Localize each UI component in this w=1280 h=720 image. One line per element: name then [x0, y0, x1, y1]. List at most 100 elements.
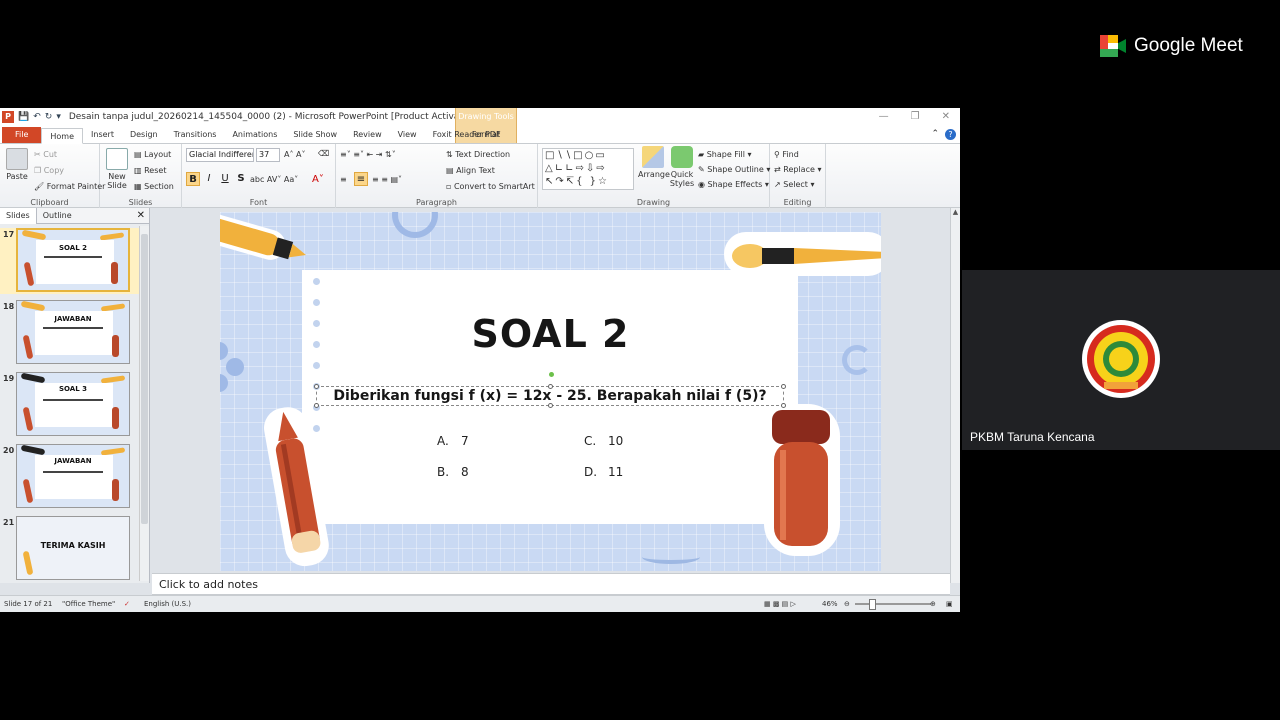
copy-button[interactable]: ❐ Copy — [34, 166, 64, 175]
paragraph-group-label: Paragraph — [416, 198, 457, 207]
new-slide-button[interactable]: New Slide — [104, 148, 130, 190]
slide-title[interactable]: SOAL 2 — [220, 312, 881, 356]
close-icon[interactable]: ✕ — [942, 111, 950, 122]
slide-thumbnail[interactable]: 21 TERIMA KASIH — [0, 516, 140, 582]
customize-toolbar-icon[interactable]: ▾ — [56, 112, 61, 122]
tab-view[interactable]: View — [390, 127, 425, 143]
notes-pane[interactable]: Click to add notes — [152, 573, 950, 595]
tab-insert[interactable]: Insert — [83, 127, 122, 143]
thumbnail-title: SOAL 3 — [59, 385, 87, 393]
shape-effects-button[interactable]: ◉ Shape Effects ▾ — [698, 180, 769, 189]
option-b[interactable]: B. 8 — [437, 465, 469, 479]
save-icon[interactable]: 💾 — [18, 112, 29, 122]
question-textbox[interactable]: Diberikan fungsi f (x) = 12x - 25. Berap… — [314, 384, 786, 408]
bullets-icon[interactable]: ≡˅ ≡˅ ⇤ ⇥ ⇅˅ — [340, 150, 396, 159]
paste-button[interactable]: Paste — [4, 148, 30, 181]
underline-button[interactable]: U — [218, 172, 232, 186]
tab-file[interactable]: File — [2, 127, 42, 143]
replace-button[interactable]: ⇄ Replace ▾ — [774, 165, 821, 174]
layout-button[interactable]: ▤ Layout — [134, 150, 171, 159]
zoom-in-icon[interactable]: ⊕ — [930, 600, 936, 608]
char-spacing-icon[interactable]: abc AV˅ Aa˅ — [250, 175, 298, 184]
resize-handle[interactable] — [548, 403, 553, 408]
smartart-label: Convert to SmartArt — [453, 182, 535, 191]
align-left-icon[interactable]: ≡ — [340, 175, 347, 184]
align-text-label: Align Text — [456, 166, 495, 175]
cut-button[interactable]: ✂ Cut — [34, 150, 57, 159]
zoom-level[interactable]: 46% — [822, 600, 838, 608]
grow-font-icon[interactable]: A˄ A˅ — [284, 150, 306, 159]
fit-slide-icon[interactable]: ▣ — [946, 600, 953, 608]
reset-button[interactable]: ▥ Reset — [134, 166, 166, 175]
option-d[interactable]: D. 11 — [584, 465, 623, 479]
shadow-button[interactable]: S — [234, 172, 248, 186]
shapes-gallery[interactable]: □∖∖□○▭ △∟∟⇨⇩⇨ ↖↷↸{ }☆ — [542, 148, 634, 190]
quick-styles-button[interactable]: Quick Styles — [668, 146, 696, 188]
resize-handle[interactable] — [314, 384, 319, 389]
font-size-box[interactable]: 37 — [256, 148, 280, 162]
resize-handle[interactable] — [781, 384, 786, 389]
shape-fill-button[interactable]: ▰ Shape Fill ▾ — [698, 150, 752, 159]
participant-tile[interactable]: PKBM Taruna Kencana — [962, 270, 1280, 450]
text-direction-button[interactable]: ⇅ Text Direction — [446, 150, 510, 159]
tab-home[interactable]: Home — [41, 128, 84, 144]
collapse-ribbon-icon[interactable]: ⌃ — [931, 129, 939, 140]
layout-label: Layout — [144, 150, 172, 159]
align-center-button[interactable]: ≡ — [354, 172, 368, 186]
close-panel-icon[interactable]: ✕ — [137, 210, 145, 221]
resize-handle[interactable] — [548, 384, 553, 389]
clear-formatting-icon[interactable]: ⌫ — [318, 149, 329, 158]
smartart-button[interactable]: ▫ Convert to SmartArt — [446, 182, 535, 191]
section-button[interactable]: ▦ Section — [134, 182, 174, 191]
zoom-out-icon[interactable]: ⊖ — [844, 600, 850, 608]
find-button[interactable]: ⚲ Find — [774, 150, 799, 159]
panel-scrollbar[interactable] — [139, 226, 149, 581]
editor-scrollbar[interactable]: ▲ — [950, 208, 960, 583]
font-color-icon[interactable]: A˅ — [312, 174, 324, 185]
view-buttons[interactable]: ▦ ▩ ▤ ▷ — [764, 600, 796, 608]
question-text: Diberikan fungsi f (x) = 12x - 25. Berap… — [333, 388, 767, 404]
zoom-slider[interactable] — [855, 599, 931, 610]
slide-thumbnail[interactable]: 19 SOAL 3 — [0, 372, 140, 438]
restore-icon[interactable]: ❐ — [911, 111, 920, 122]
tab-format[interactable]: Format — [455, 127, 517, 143]
language-status[interactable]: English (U.S.) — [144, 600, 191, 608]
help-icon[interactable]: ? — [945, 129, 956, 140]
align-text-button[interactable]: ▤ Align Text — [446, 166, 495, 175]
resize-handle[interactable] — [314, 403, 319, 408]
spellcheck-icon[interactable]: ✓ — [124, 600, 130, 608]
arrange-button[interactable]: Arrange — [638, 146, 670, 179]
section-label: Section — [144, 182, 174, 191]
tab-transitions[interactable]: Transitions — [166, 127, 225, 143]
slide-thumbnail[interactable]: 18 JAWABAN — [0, 300, 140, 366]
tab-slide-show[interactable]: Slide Show — [285, 127, 345, 143]
tab-design[interactable]: Design — [122, 127, 166, 143]
google-meet-logo: Google Meet — [1100, 35, 1243, 57]
bold-button[interactable]: B — [186, 172, 200, 186]
arrange-icon — [642, 146, 664, 168]
slide-thumbnail[interactable]: 17 SOAL 2 — [0, 228, 140, 294]
shape-outline-button[interactable]: ✎ Shape Outline ▾ — [698, 165, 770, 174]
select-button[interactable]: ↗ Select ▾ — [774, 180, 815, 189]
minimize-icon[interactable]: — — [879, 111, 889, 122]
format-painter-label: Format Painter — [46, 182, 106, 191]
option-a[interactable]: A. 7 — [437, 434, 469, 448]
option-c[interactable]: C. 10 — [584, 434, 623, 448]
scroll-up-icon[interactable]: ▲ — [953, 208, 958, 216]
undo-icon[interactable]: ↶ — [33, 112, 41, 122]
italic-button[interactable]: I — [202, 172, 216, 186]
tab-animations[interactable]: Animations — [224, 127, 285, 143]
tab-outline[interactable]: Outline — [37, 208, 78, 224]
powerpoint-app-icon[interactable]: P — [2, 111, 14, 123]
tab-review[interactable]: Review — [345, 127, 390, 143]
quick-styles-icon — [671, 146, 693, 168]
arrange-label: Arrange — [638, 170, 670, 179]
tab-slides[interactable]: Slides — [0, 207, 37, 224]
redo-icon[interactable]: ↻ — [45, 112, 53, 122]
align-right-icon[interactable]: ≡ ≡ ▤˅ — [372, 175, 402, 184]
format-painter-button[interactable]: 🖌 Format Painter — [34, 182, 105, 191]
slide-thumbnail[interactable]: 20 JAWABAN — [0, 444, 140, 510]
rotate-handle[interactable] — [549, 372, 554, 377]
resize-handle[interactable] — [781, 403, 786, 408]
font-name-box[interactable]: Glacial Indifferenc — [186, 148, 254, 162]
